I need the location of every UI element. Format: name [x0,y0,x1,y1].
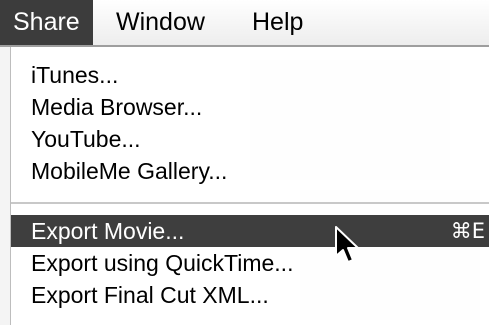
menu-item-label: Export Movie... [31,218,185,244]
menu-item-youtube[interactable]: YouTube... [11,123,489,155]
menu-separator [11,202,489,204]
menu-item-mobileme-gallery[interactable]: MobileMe Gallery... [11,155,489,187]
menubar-help[interactable]: Help [239,0,316,45]
menu-item-export-final-cut-xml[interactable]: Export Final Cut XML... [11,279,489,311]
menu-item-export-movie[interactable]: Export Movie... ⌘E [11,215,489,247]
menubar-share[interactable]: Share [0,0,93,45]
menu-item-shortcut: ⌘E [450,219,485,243]
menubar-window[interactable]: Window [103,0,218,45]
share-menu-dropdown: iTunes... Media Browser... YouTube... Mo… [10,47,489,325]
menu-item-itunes[interactable]: iTunes... [11,59,489,91]
menu-item-media-browser[interactable]: Media Browser... [11,91,489,123]
menu-bar: Share Window Help [0,0,489,47]
menu-item-export-quicktime[interactable]: Export using QuickTime... [11,247,489,279]
arrow-cursor-icon [335,226,359,263]
